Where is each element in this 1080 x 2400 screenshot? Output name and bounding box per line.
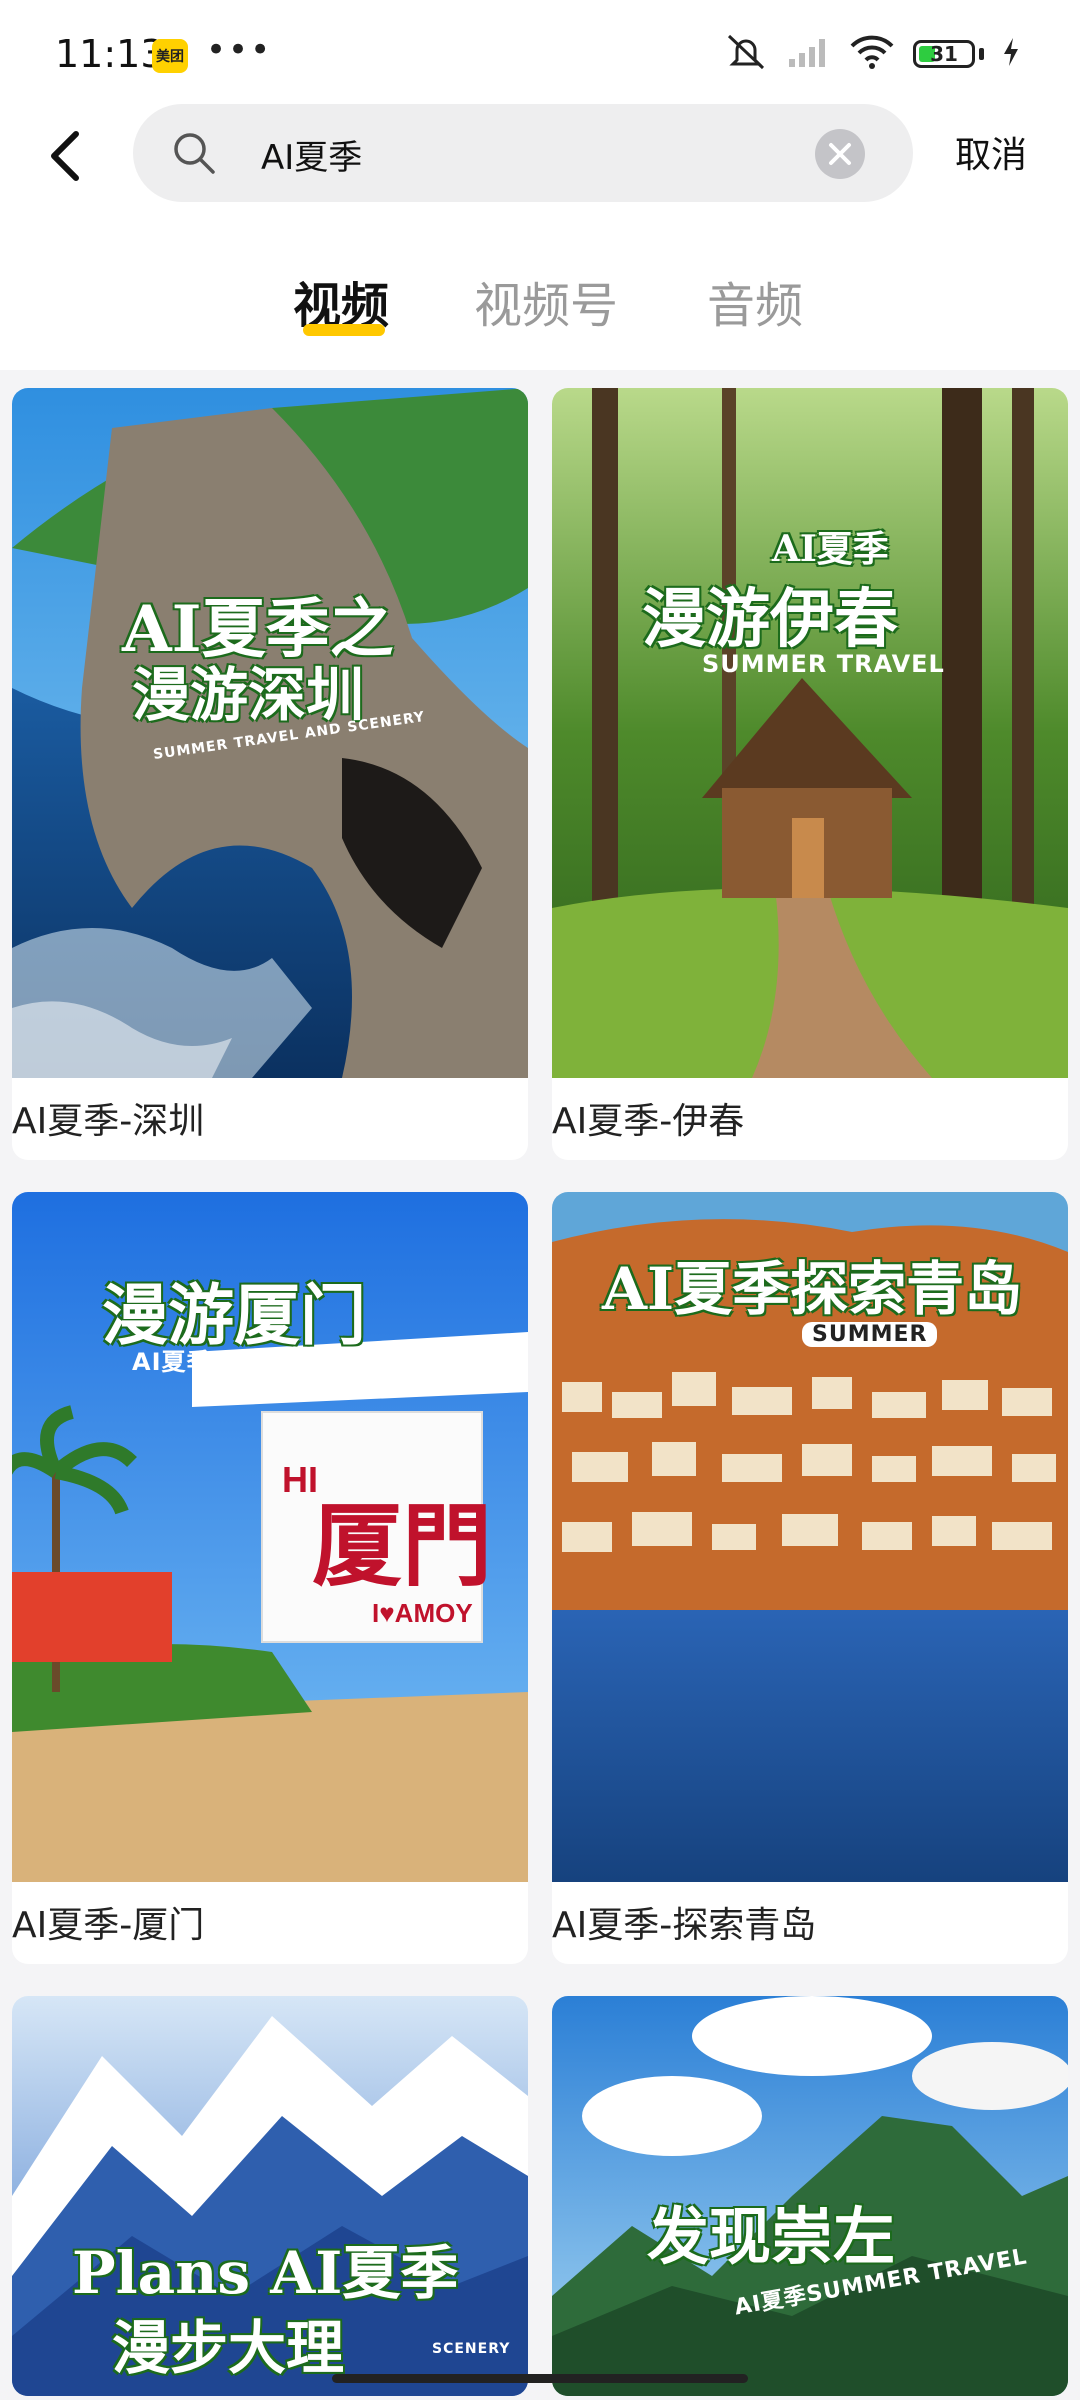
overlay-subcaption: SUMMER TRAVEL: [702, 650, 945, 678]
tab-bar: 视频 视频号 音频: [0, 266, 1080, 356]
video-card[interactable]: 发现崇左 AI夏季SUMMER TRAVEL: [552, 1996, 1068, 2396]
home-indicator[interactable]: [332, 2374, 748, 2383]
overlay-caption: 漫步大理: [112, 2314, 345, 2382]
search-header: AI夏季 取消 视频 视频号 音频: [0, 100, 1080, 370]
cancel-button[interactable]: 取消: [955, 126, 1027, 178]
svg-text:厦門: 厦門: [312, 1493, 492, 1599]
battery-icon: 31: [913, 40, 975, 68]
wifi-icon: [849, 34, 895, 74]
battery-level: 31: [930, 42, 958, 66]
tab-channels[interactable]: 视频号: [474, 266, 618, 336]
overlay-caption: Plans AI夏季: [72, 2239, 459, 2307]
svg-text:I♥AMOY: I♥AMOY: [372, 1598, 473, 1628]
search-query: AI夏季: [261, 138, 363, 178]
overlay-subcaption: AI夏季 BY ZHE SUMMER: [132, 1348, 459, 1376]
tab-audio[interactable]: 音频: [707, 266, 803, 336]
mute-icon: [723, 32, 769, 76]
video-card[interactable]: AI夏季 漫游伊春 SUMMER TRAVEL AI夏季-伊春: [552, 388, 1068, 1160]
video-card[interactable]: Plans AI夏季 漫步大理 SCENERY: [12, 1996, 528, 2396]
video-card[interactable]: AI夏季之 漫游深圳 SUMMER TRAVEL AND SCENERY AI夏…: [12, 388, 528, 1160]
overlay-caption: AI夏季探索青岛: [602, 1255, 1023, 1323]
overlay-subcaption: SUMMER: [802, 1322, 938, 1347]
video-title[interactable]: AI夏季-深圳: [12, 1092, 204, 1144]
video-thumbnail: AI夏季之 漫游深圳 SUMMER TRAVEL AND SCENERY: [12, 388, 528, 1078]
video-thumbnail: AI夏季 漫游伊春 SUMMER TRAVEL: [552, 388, 1068, 1078]
video-card[interactable]: AI夏季探索青岛 SUMMER AI夏季-探索青岛: [552, 1192, 1068, 1964]
clear-search-button[interactable]: [815, 129, 865, 179]
close-icon: [829, 143, 851, 165]
back-button[interactable]: [38, 120, 98, 190]
video-thumbnail: 发现崇左 AI夏季SUMMER TRAVEL: [552, 1996, 1068, 2396]
overlay-caption: AI夏季: [772, 528, 889, 570]
video-title[interactable]: AI夏季-厦门: [12, 1896, 204, 1948]
charging-icon: [1002, 37, 1020, 71]
search-icon: [174, 133, 215, 174]
overlay-caption: 发现崇左: [647, 2200, 896, 2273]
video-card[interactable]: HI 厦門 I♥AMOY 漫游厦门 AI夏季 BY ZHE SUMMER AI夏…: [12, 1192, 528, 1964]
video-title[interactable]: AI夏季-伊春: [552, 1092, 744, 1144]
active-tab-indicator: [303, 324, 385, 336]
video-thumbnail: HI 厦門 I♥AMOY 漫游厦门 AI夏季 BY ZHE SUMMER: [12, 1192, 528, 1882]
status-time: 11:13: [55, 32, 165, 76]
more-notifications-icon: •••: [206, 30, 273, 70]
status-bar: 11:13 美团 ••• 31: [0, 0, 1080, 100]
video-thumbnail: Plans AI夏季 漫步大理 SCENERY: [12, 1996, 528, 2396]
meituan-app-icon: 美团: [152, 39, 188, 73]
video-thumbnail: AI夏季探索青岛 SUMMER: [552, 1192, 1068, 1882]
search-input[interactable]: AI夏季: [133, 104, 913, 202]
overlay-subcaption: SCENERY: [432, 2341, 511, 2357]
overlay-caption: 漫游深圳: [132, 661, 365, 729]
chevron-left-icon: [51, 131, 79, 181]
overlay-caption: 漫游伊春: [642, 582, 898, 657]
signal-icon: [787, 35, 831, 73]
video-title[interactable]: AI夏季-探索青岛: [552, 1896, 816, 1948]
